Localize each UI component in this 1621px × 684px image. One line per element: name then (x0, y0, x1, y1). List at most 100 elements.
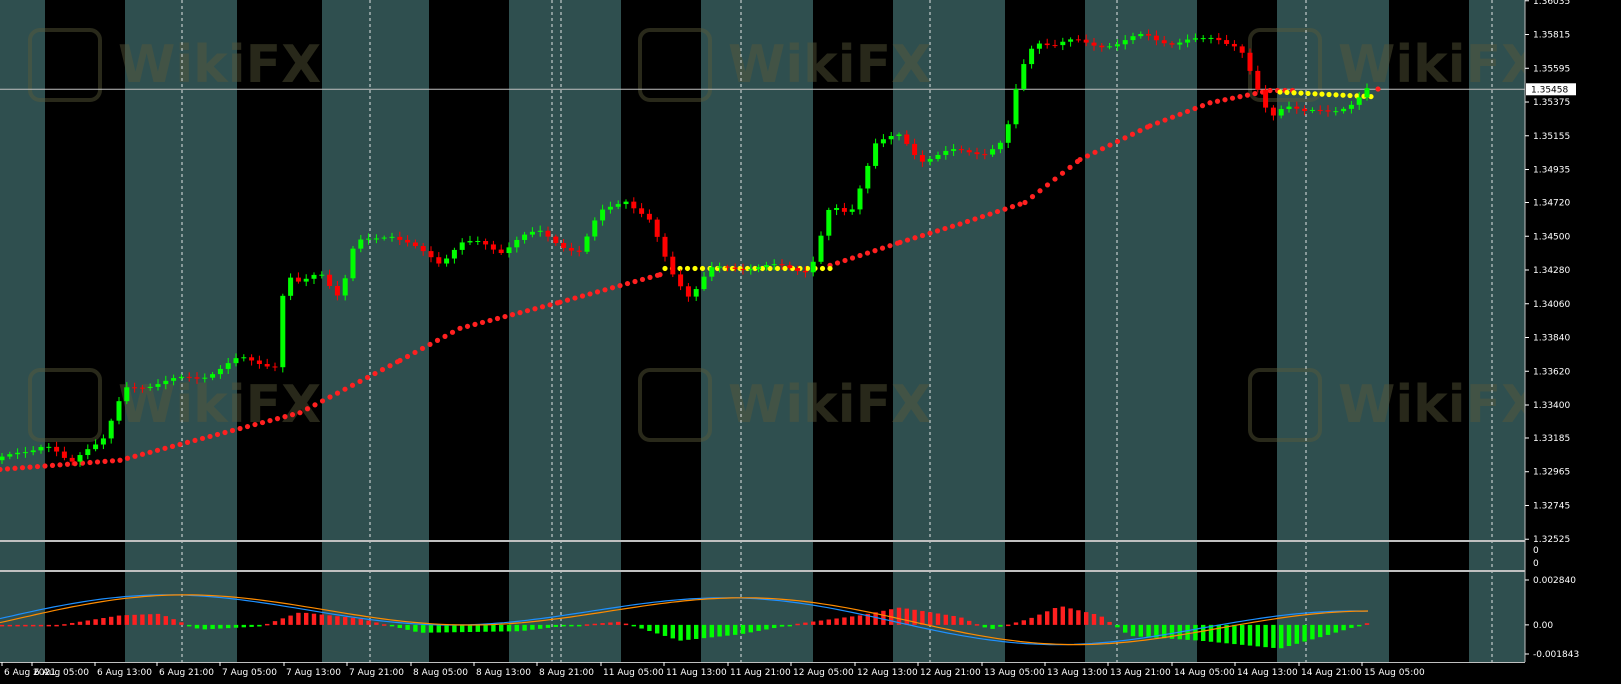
macd-histogram-bar (1107, 621, 1112, 625)
macd-histogram-bar (795, 623, 800, 626)
macd-histogram-bar (662, 624, 668, 636)
candle-body (288, 277, 294, 296)
macd-histogram-bar (733, 624, 738, 635)
candle-body (139, 387, 145, 389)
sar-dot (457, 325, 463, 331)
candle-body (693, 289, 699, 297)
sar-dot (1267, 87, 1273, 94)
macd-histogram-bar (226, 624, 231, 629)
sar-dot (244, 423, 251, 430)
macd-histogram-bar (38, 624, 44, 627)
candle-body (186, 376, 192, 378)
session-band (1277, 572, 1389, 662)
sar-dot (154, 447, 161, 453)
sar-dot (1077, 156, 1083, 163)
sar-dot (782, 265, 788, 272)
macd-histogram-bar (374, 622, 379, 625)
time-tick-label: 8 Aug 13:00 (476, 668, 531, 678)
macd-histogram-bar (444, 624, 449, 633)
macd-histogram-bar (62, 624, 67, 626)
sar-dot (904, 237, 911, 243)
price-tick-label: 1.34500 (1533, 232, 1570, 242)
candle-body (1333, 111, 1339, 113)
candle-body (779, 264, 785, 266)
sar-dot (524, 308, 531, 314)
sar-dot (834, 260, 841, 266)
candle-body (763, 265, 769, 268)
sar-dot (1298, 90, 1304, 96)
candle-body (740, 268, 746, 270)
candle-body (654, 219, 660, 237)
sar-dot (117, 457, 123, 463)
macd-histogram-bar (538, 624, 543, 629)
sar-dot (632, 278, 638, 285)
sar-dot (372, 370, 378, 377)
sar-dot (419, 345, 426, 352)
session-band (237, 572, 322, 662)
candle-body (1185, 39, 1191, 43)
candle-body (896, 134, 902, 137)
macd-histogram-bar (23, 624, 28, 627)
time-tick-label: 13 Aug 05:00 (984, 668, 1045, 678)
candle-body (584, 236, 590, 252)
macd-histogram-bar (740, 624, 746, 634)
candle-body (22, 452, 28, 454)
candle-body (639, 208, 645, 214)
candle-body (155, 384, 161, 387)
sar-dot (942, 225, 948, 232)
sar-dot (919, 232, 926, 239)
time-tick-label: 8 Aug 21:00 (539, 668, 594, 678)
macd-histogram-bar (1247, 624, 1253, 646)
sar-dot (1199, 103, 1206, 109)
macd-histogram-bar (1045, 611, 1050, 625)
chart-svg: WikiFX WikiFX WikiFX WikiFX WikiFX WikiFX 1.3… (0, 0, 1621, 680)
candle-body (561, 242, 567, 248)
time-tick-label: 13 Aug 13:00 (1047, 668, 1108, 678)
macd-histogram-bar (1208, 624, 1214, 642)
session-band (1085, 542, 1197, 570)
candle-body (1138, 34, 1144, 37)
macd-histogram-bar (725, 624, 730, 636)
candle-body (1341, 108, 1347, 112)
sar-dot (624, 280, 631, 287)
sar-dot (774, 265, 781, 272)
sar-dot (64, 461, 71, 467)
price-tick-label: 1.32525 (1533, 535, 1570, 545)
sar-dot (987, 211, 993, 217)
sar-dot (647, 274, 653, 280)
sar-dot (887, 243, 893, 249)
macd-histogram-bar (1130, 624, 1136, 637)
macd-histogram-bar (561, 624, 566, 627)
candle-body (631, 201, 637, 209)
sar-dot (124, 455, 131, 461)
sar-dot (639, 276, 646, 283)
sar-dot (1154, 120, 1161, 126)
candle-body (194, 377, 200, 379)
candle-body (397, 236, 403, 240)
watermark-text: WikiFX (728, 375, 931, 435)
macd-histogram-bar (1341, 624, 1346, 631)
candle-body (756, 267, 762, 270)
sar-dot (1252, 90, 1258, 97)
macd-histogram-bar (7, 624, 12, 627)
macd-histogram-bar (616, 621, 621, 625)
macd-histogram-bar (850, 616, 855, 625)
macd-histogram-bar (1013, 622, 1019, 625)
candle-body (1317, 109, 1323, 111)
candle-body (381, 237, 387, 239)
session-band (1197, 572, 1277, 662)
sar-dot (442, 333, 448, 339)
macd-histogram-bar (0, 624, 5, 627)
sar-dot (557, 299, 563, 305)
candle-body (1294, 106, 1300, 109)
candle-body (670, 256, 676, 275)
sar-dot (509, 312, 516, 318)
candle-body (1364, 88, 1370, 98)
watermark-text: WikiFX (118, 35, 321, 95)
time-tick-label: 11 Aug 21:00 (730, 668, 791, 678)
candle-body (1036, 43, 1042, 49)
candle-body (1114, 44, 1120, 47)
macd-tick-label: -0.001843 (1533, 650, 1579, 660)
candle-body (615, 204, 621, 207)
session-band (429, 572, 509, 662)
